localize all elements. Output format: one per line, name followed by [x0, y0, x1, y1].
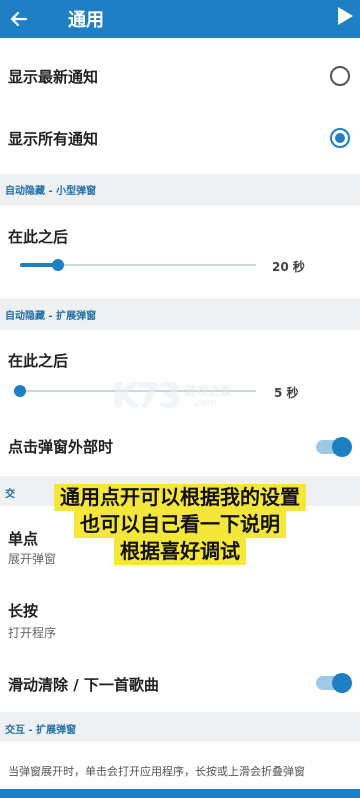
play-icon[interactable] — [336, 6, 354, 26]
toggle-knob — [332, 437, 352, 457]
outside-click-row[interactable]: 点击弹窗外部时 — [0, 422, 360, 472]
outside-click-label: 点击弹窗外部时 — [8, 438, 114, 456]
option-latest-notification[interactable]: 显示最新通知 — [0, 40, 360, 106]
swipe-label: 滑动清除 / 下一首歌曲 — [8, 676, 159, 694]
bottom-bar — [0, 789, 360, 798]
auto-hide-small-slider[interactable] — [20, 258, 256, 272]
caption-line-2: 也可以自己看一下说明 — [74, 511, 286, 538]
slider-value: 5 秒 — [274, 386, 299, 400]
page-title: 通用 — [68, 10, 104, 31]
section-header-interaction-expanded: 交互 - 扩展弹窗 — [0, 712, 360, 742]
long-press-sub: 打开程序 — [8, 626, 57, 640]
radio-latest[interactable] — [330, 66, 350, 86]
watermark-brand: K73 — [112, 376, 182, 416]
after-label: 在此之后 — [8, 228, 69, 246]
long-press-label: 长按 — [8, 602, 39, 620]
radio-all[interactable] — [330, 128, 350, 148]
watermark-cn: 游戏之家 — [184, 384, 233, 398]
watermark-domain: .com — [192, 398, 217, 409]
slider-thumb[interactable] — [14, 385, 26, 397]
caption-overlay: 通用点开可以根据我的设置 也可以自己看一下说明 根据喜好调试 — [10, 484, 350, 565]
interaction-expanded-description: 当弹窗展开时，单击会打开应用程序，长按或上滑会折叠弹窗 — [8, 765, 305, 778]
long-press-row[interactable]: 长按 打开程序 — [0, 582, 360, 654]
option-all-notifications[interactable]: 显示所有通知 — [0, 106, 360, 168]
auto-hide-small-row: 在此之后 20 秒 — [0, 206, 360, 298]
section-header-auto-hide-expanded: 自动隐藏 - 扩展弹窗 — [0, 298, 360, 330]
caption-line-3: 根据喜好调试 — [114, 538, 246, 565]
option-latest-label: 显示最新通知 — [8, 68, 99, 86]
outside-click-toggle[interactable] — [316, 437, 352, 457]
section-title: 交互 - 扩展弹窗 — [5, 725, 77, 736]
arrow-left-icon[interactable] — [8, 8, 30, 30]
after-label: 在此之后 — [8, 352, 69, 370]
watermark-logo: K73 游戏之家 .com — [112, 376, 252, 416]
section-title: 自动隐藏 - 小型弹窗 — [5, 186, 97, 197]
toggle-knob — [332, 673, 352, 693]
swipe-row[interactable]: 滑动清除 / 下一首歌曲 — [0, 656, 360, 710]
interaction-expanded-desc-row: 当弹窗展开时，单击会打开应用程序，长按或上滑会折叠弹窗 — [0, 742, 360, 789]
option-all-label: 显示所有通知 — [8, 130, 99, 148]
swipe-toggle[interactable] — [316, 673, 352, 693]
caption-line-1: 通用点开可以根据我的设置 — [54, 484, 306, 511]
section-header-auto-hide-small: 自动隐藏 - 小型弹窗 — [0, 174, 360, 206]
section-title: 自动隐藏 - 扩展弹窗 — [5, 311, 97, 322]
slider-value: 20 秒 — [272, 260, 305, 274]
app-bar: 通用 — [0, 0, 360, 38]
slider-thumb[interactable] — [51, 259, 64, 271]
